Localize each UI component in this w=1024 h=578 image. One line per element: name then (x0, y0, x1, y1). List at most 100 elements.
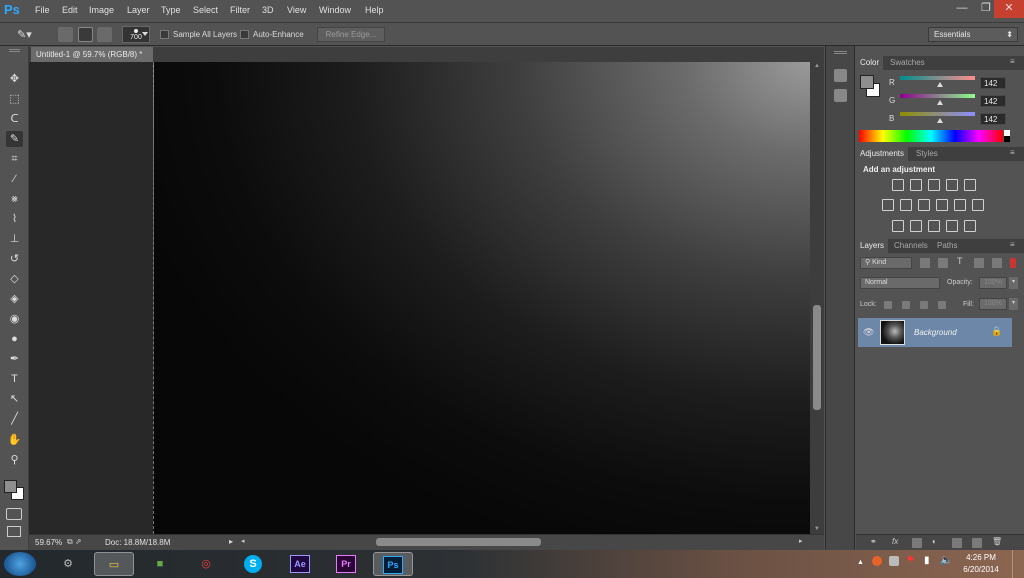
threshold-icon[interactable] (928, 220, 940, 232)
opacity-dropdown-icon[interactable]: ▾ (1009, 277, 1018, 289)
close-button[interactable]: ✕ (994, 0, 1024, 18)
tab-styles[interactable]: Styles (912, 147, 942, 161)
pen-tool[interactable]: ✒ (6, 351, 23, 367)
fill-dropdown-icon[interactable]: ▾ (1009, 298, 1018, 310)
brightness-contrast-icon[interactable] (892, 179, 904, 191)
link-layers-icon[interactable]: ⚭ (870, 537, 877, 546)
green-value[interactable]: 142 (980, 95, 1006, 107)
clone-stamp-tool[interactable]: ⊥ (6, 231, 23, 247)
tab-swatches[interactable]: Swatches (886, 56, 929, 70)
history-panel-icon[interactable] (834, 69, 847, 82)
layers-panel-menu-icon[interactable]: ≡ (1010, 240, 1015, 249)
vertical-scrollbar[interactable] (810, 62, 824, 534)
menu-edit[interactable]: Edit (62, 5, 78, 15)
scroll-up-icon[interactable]: ▲ (814, 63, 820, 69)
vibrance-icon[interactable] (964, 179, 976, 191)
toolbar-foreground-swatch[interactable] (4, 480, 17, 493)
color-lookup-icon[interactable] (972, 199, 984, 211)
minecraft-app[interactable]: ■ (140, 552, 180, 576)
tool-preset-picker-icon[interactable]: ✎▾ (17, 28, 32, 43)
filter-type-icon[interactable]: T (957, 256, 963, 266)
color-panel-menu-icon[interactable]: ≡ (1010, 57, 1015, 66)
green-slider[interactable] (900, 94, 975, 98)
photoshop-app[interactable]: Ps (373, 552, 413, 576)
menu-image[interactable]: Image (89, 5, 114, 15)
subtract-from-selection-icon[interactable] (97, 27, 112, 42)
history-brush-tool[interactable]: ↺ (6, 251, 23, 267)
blue-slider-handle[interactable] (937, 118, 943, 123)
lock-all-icon[interactable] (938, 301, 946, 309)
filter-shape-icon[interactable] (974, 258, 984, 268)
filter-adjustment-icon[interactable] (938, 258, 948, 268)
clock-time[interactable]: 4:26 PM (960, 553, 1002, 562)
marquee-tool[interactable]: ⬚ (6, 91, 23, 107)
filter-pixel-icon[interactable] (920, 258, 930, 268)
after-effects-app[interactable]: Ae (280, 552, 320, 576)
new-group-icon[interactable] (952, 538, 962, 548)
red-slider-handle[interactable] (937, 82, 943, 87)
scroll-down-icon[interactable]: ▼ (814, 526, 820, 532)
channel-mixer-icon[interactable] (954, 199, 966, 211)
foreground-color-swatch-top[interactable] (860, 75, 874, 89)
dodge-tool[interactable]: ● (6, 331, 23, 347)
new-layer-icon[interactable] (972, 538, 982, 548)
photo-filter-icon[interactable] (936, 199, 948, 211)
menu-window[interactable]: Window (319, 5, 351, 15)
menu-filter[interactable]: Filter (230, 5, 250, 15)
auto-enhance-checkbox[interactable] (240, 30, 249, 39)
action-center-icon[interactable]: ⚑ (906, 555, 915, 566)
sample-all-layers-checkbox[interactable] (160, 30, 169, 39)
vertical-scroll-thumb[interactable] (813, 305, 821, 410)
new-adjustment-layer-icon[interactable]: ◐ (932, 537, 937, 546)
menu-view[interactable]: View (287, 5, 306, 15)
status-share-icon[interactable]: ⧉ ⇗ (67, 537, 82, 547)
color-balance-icon[interactable] (900, 199, 912, 211)
horizontal-scroll-thumb[interactable] (376, 538, 541, 546)
layer-style-icon[interactable]: fx (892, 537, 898, 546)
color-spectrum-bar[interactable] (859, 130, 1003, 142)
menu-layer[interactable]: Layer (127, 5, 150, 15)
document-tab[interactable]: Untitled-1 @ 59.7% (RGB/8) * × (31, 47, 153, 74)
start-button[interactable] (4, 552, 36, 576)
scroll-left-icon[interactable]: ◂ (241, 537, 245, 545)
status-menu-icon[interactable]: ▸ (229, 537, 233, 546)
path-selection-tool[interactable]: ↖ (6, 391, 23, 407)
clock-date[interactable]: 6/20/2014 (960, 565, 1002, 574)
blue-slider[interactable] (900, 112, 975, 116)
menu-3d[interactable]: 3D (262, 5, 274, 15)
workspace-select[interactable]: Essentials ⬍ (928, 27, 1018, 42)
filter-smart-object-icon[interactable] (992, 258, 1002, 268)
eraser-tool[interactable]: ◇ (6, 271, 23, 287)
premiere-app[interactable]: Pr (326, 552, 366, 576)
scroll-right-icon[interactable]: ▸ (799, 537, 803, 545)
blur-tool[interactable]: ◉ (6, 311, 23, 327)
tray-app-icon-2[interactable] (889, 556, 899, 566)
curves-icon[interactable] (928, 179, 940, 191)
refine-edge-button[interactable]: Refine Edge... (317, 27, 385, 42)
spectrum-black-swatch[interactable] (1004, 136, 1010, 142)
paint-bucket-tool[interactable]: ◈ (6, 291, 23, 307)
green-slider-handle[interactable] (937, 100, 943, 105)
layer-row-background[interactable]: 👁 Background 🔒 (858, 318, 1012, 347)
layer-name[interactable]: Background (914, 328, 957, 337)
show-desktop-button[interactable] (1012, 550, 1024, 578)
add-to-selection-icon[interactable] (78, 27, 93, 42)
canvas[interactable] (153, 62, 810, 534)
delete-layer-icon[interactable]: 🗑 (992, 537, 1002, 546)
filter-toggle-icon[interactable] (1010, 258, 1016, 268)
strip-grip-icon[interactable] (834, 51, 847, 54)
lock-position-icon[interactable] (920, 301, 928, 309)
selective-color-icon[interactable] (946, 220, 958, 232)
type-tool[interactable]: T (6, 371, 23, 387)
menu-select[interactable]: Select (193, 5, 218, 15)
new-selection-icon[interactable] (58, 27, 73, 42)
fill-field[interactable]: 100% (979, 298, 1007, 310)
posterize-icon[interactable] (910, 220, 922, 232)
adjustments-panel-menu-icon[interactable]: ≡ (1010, 148, 1015, 157)
tab-channels[interactable]: Channels (890, 239, 932, 253)
zoom-tool[interactable]: ⚲ (6, 452, 23, 468)
crop-tool[interactable]: ⌗ (6, 151, 23, 167)
red-slider[interactable] (900, 76, 975, 80)
steam-app[interactable]: ⚙ (48, 552, 88, 576)
exposure-icon[interactable] (946, 179, 958, 191)
